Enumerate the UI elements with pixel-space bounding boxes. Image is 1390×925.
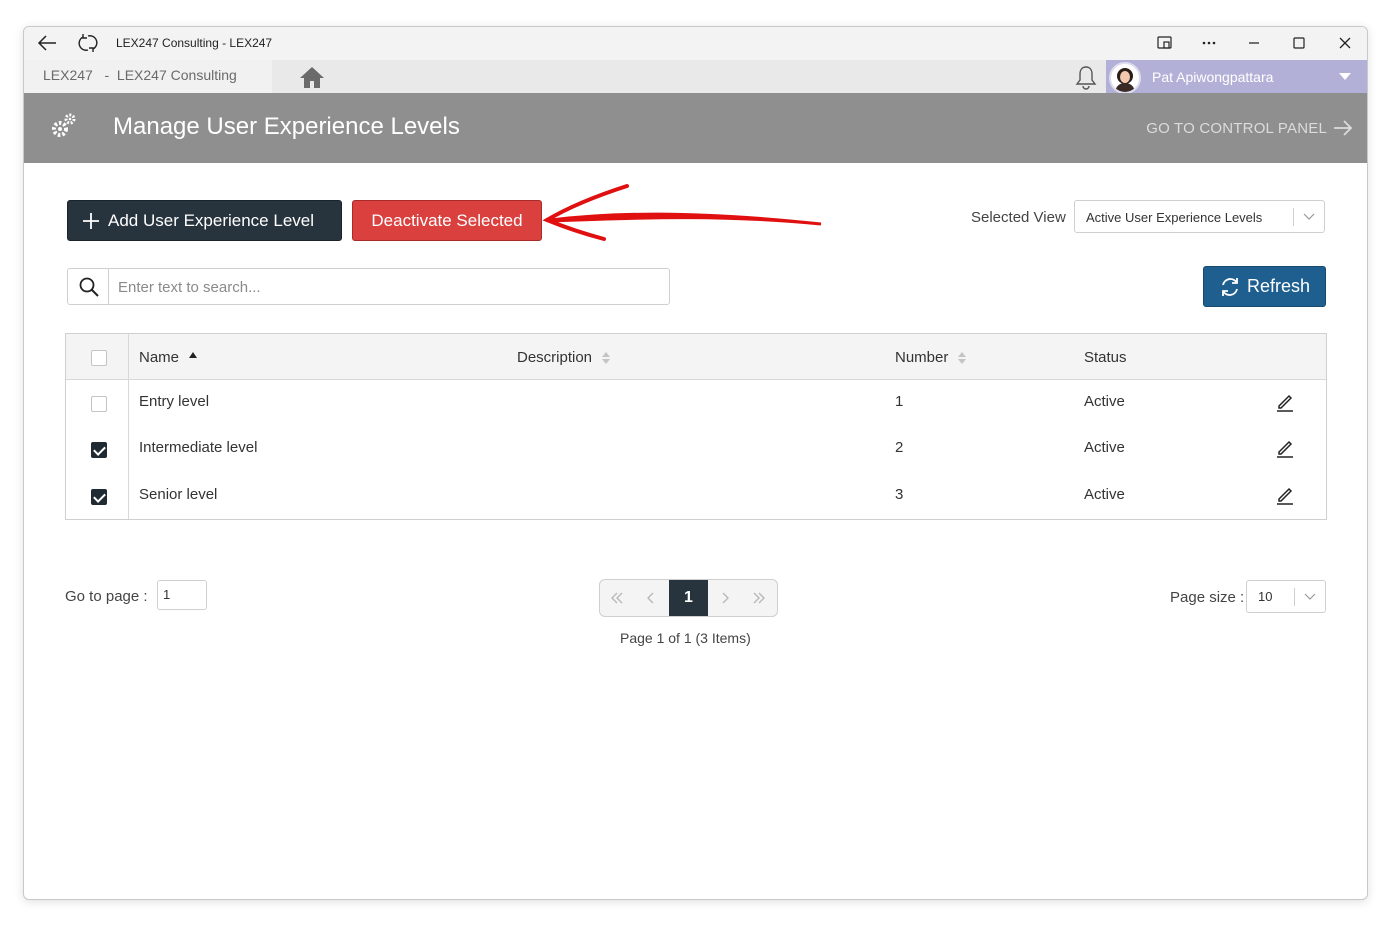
page-title: Manage User Experience Levels (113, 113, 460, 140)
breadcrumb[interactable]: LEX247 - LEX247 Consulting (24, 60, 272, 93)
control-panel-label: GO TO CONTROL PANEL (1146, 119, 1327, 137)
row-checkbox[interactable] (91, 442, 107, 458)
go-to-page-label: Go to page : (65, 588, 148, 605)
arrow-right-icon (1334, 120, 1353, 136)
search-input[interactable] (118, 277, 658, 297)
back-icon[interactable] (36, 33, 58, 53)
annotation-arrow (542, 184, 822, 241)
chevron-down-icon (1303, 213, 1315, 220)
next-page-button[interactable] (708, 580, 742, 616)
avatar-image (1115, 68, 1135, 92)
row-number: 3 (895, 486, 904, 503)
name-header-label: Name (139, 349, 180, 366)
go-to-page-input[interactable]: 1 (157, 580, 207, 610)
deactivate-selected-button[interactable]: Deactivate Selected (352, 200, 542, 241)
current-page-button[interactable]: 1 (669, 580, 708, 616)
column-header-number[interactable]: Number (895, 349, 967, 366)
table-row[interactable]: Intermediate level 2 Active (66, 426, 1326, 472)
first-page-button[interactable] (600, 580, 634, 616)
table-row[interactable]: Entry level 1 Active (66, 380, 1326, 426)
row-number: 1 (895, 393, 904, 410)
refresh-button-label: Refresh (1246, 276, 1311, 296)
chevron-down-icon[interactable] (1339, 73, 1351, 80)
page-size-value: 10 (1258, 589, 1273, 604)
search-icon (79, 277, 99, 297)
chevron-down-icon (1304, 593, 1316, 600)
reload-icon[interactable] (77, 33, 99, 53)
select-divider (1293, 208, 1294, 226)
selected-view-select[interactable]: Active User Experience Levels (1074, 200, 1325, 233)
title-bar: LEX247 Consulting - LEX247 (24, 27, 1367, 60)
number-header-label: Number (895, 349, 949, 366)
avatar (1109, 62, 1141, 94)
select-all-checkbox[interactable] (91, 350, 107, 366)
breadcrumb-text: LEX247 - LEX247 Consulting (43, 67, 237, 83)
last-page-button[interactable] (742, 580, 776, 616)
select-divider (1294, 588, 1295, 606)
plus-icon (83, 212, 99, 229)
chevron-right-icon (722, 592, 729, 604)
gears-icon (52, 113, 76, 137)
deactivate-button-label: Deactivate Selected (371, 210, 523, 230)
close-icon[interactable] (1334, 33, 1356, 53)
pager-info: Page 1 of 1 (3 Items) (620, 630, 751, 646)
row-number: 2 (895, 439, 904, 456)
column-header-description[interactable]: Description (517, 349, 611, 366)
add-user-experience-level-button[interactable]: Add User Experience Level (67, 200, 342, 241)
chevron-left-icon (647, 592, 654, 604)
app-nav-bar: LEX247 - LEX247 Consulting Pat Apiwongpa… (24, 60, 1367, 94)
refresh-button[interactable]: Refresh (1203, 266, 1326, 307)
sort-icon (602, 351, 611, 364)
selected-view-label: Selected View (971, 209, 1066, 226)
row-status: Active (1084, 439, 1125, 456)
maximize-icon[interactable] (1288, 33, 1310, 53)
user-name: Pat Apiwongpattara (1152, 69, 1274, 85)
pager: 1 (599, 579, 778, 617)
search-box (67, 268, 670, 305)
sort-icon (958, 351, 967, 364)
bell-icon[interactable] (1073, 64, 1099, 90)
user-menu[interactable]: Pat Apiwongpattara (1106, 60, 1367, 94)
window-title: LEX247 Consulting - LEX247 (116, 36, 273, 50)
page-size-label: Page size : (1170, 589, 1245, 606)
search-divider (108, 269, 109, 304)
edit-icon[interactable] (1275, 485, 1295, 505)
table-row[interactable]: Senior level 3 Active (66, 473, 1326, 519)
grid-header: Name Description Number Status (66, 334, 1326, 380)
status-header-label: Status (1084, 349, 1127, 366)
double-chevron-right-icon (753, 592, 765, 604)
edit-icon[interactable] (1275, 438, 1295, 458)
previous-page-button[interactable] (634, 580, 668, 616)
edit-icon[interactable] (1275, 392, 1295, 412)
add-button-label: Add User Experience Level (108, 210, 315, 230)
home-icon[interactable] (298, 65, 326, 89)
page-size-select[interactable]: 10 (1246, 580, 1326, 613)
row-checkbox[interactable] (91, 489, 107, 505)
row-name: Senior level (139, 486, 218, 503)
row-name: Intermediate level (139, 439, 258, 456)
row-checkbox[interactable] (91, 396, 107, 412)
data-grid: Name Description Number Status Entry lev… (65, 333, 1327, 520)
double-chevron-left-icon (611, 592, 623, 604)
description-header-label: Description (517, 349, 593, 366)
column-header-name[interactable]: Name (139, 349, 198, 366)
page-header: Manage User Experience Levels GO TO CONT… (24, 93, 1367, 163)
minimize-icon[interactable] (1243, 33, 1265, 53)
column-header-status: Status (1084, 349, 1127, 366)
row-status: Active (1084, 486, 1125, 503)
row-status: Active (1084, 393, 1125, 410)
go-to-control-panel-link[interactable]: GO TO CONTROL PANEL (1146, 119, 1353, 137)
row-name: Entry level (139, 393, 210, 410)
refresh-icon (1222, 277, 1238, 296)
sort-ascending-icon (189, 351, 198, 358)
selected-view-value: Active User Experience Levels (1086, 210, 1263, 225)
app-window: LEX247 Consulting - LEX247 LEX247 - LEX2… (23, 26, 1368, 900)
cast-icon[interactable] (1154, 33, 1176, 53)
more-icon[interactable] (1198, 33, 1220, 53)
